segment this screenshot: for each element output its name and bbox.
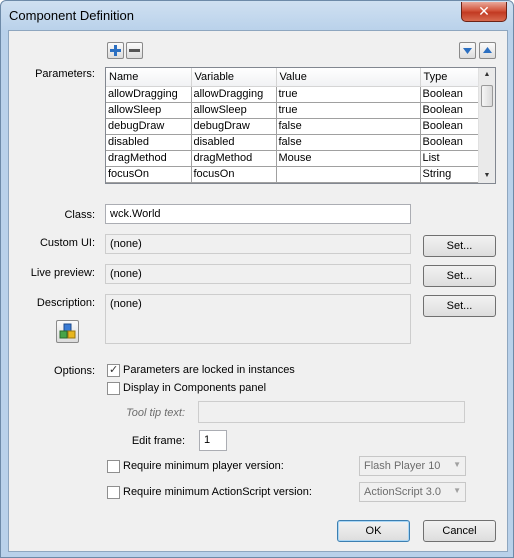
edit-frame-label: Edit frame: <box>131 435 185 447</box>
cell-variable[interactable]: disabled <box>191 134 277 151</box>
min-as-select: ActionScript 3.0 ▼ <box>359 482 466 502</box>
close-button[interactable]: ✕ <box>461 2 507 22</box>
live-preview-field: (none) <box>105 264 411 284</box>
scroll-thumb[interactable] <box>481 85 493 107</box>
add-parameter-button[interactable] <box>107 42 124 59</box>
cell-name[interactable]: debugDraw <box>106 118 192 135</box>
check-mark-icon: ✓ <box>109 364 119 376</box>
table-row[interactable]: allowSleep allowSleep true Boolean <box>106 102 479 119</box>
cell-type[interactable]: String <box>420 166 479 183</box>
chevron-down-icon: ▼ <box>453 486 461 495</box>
cell-value[interactable]: Mouse <box>276 150 421 167</box>
min-player-checkbox-label[interactable]: Require minimum player version: <box>123 460 284 472</box>
custom-ui-set-button[interactable]: Set... <box>423 235 496 257</box>
table-row[interactable]: dragMethod dragMethod Mouse List <box>106 150 479 167</box>
min-as-checkbox-label[interactable]: Require minimum ActionScript version: <box>123 486 312 498</box>
custom-ui-field: (none) <box>105 234 411 254</box>
description-field: (none) <box>105 294 411 344</box>
close-icon: ✕ <box>478 3 490 19</box>
min-as-select-value: ActionScript 3.0 <box>364 486 442 498</box>
edit-frame-input[interactable]: 1 <box>199 430 227 451</box>
component-cubes-icon <box>59 323 76 339</box>
min-player-select-value: Flash Player 10 <box>364 460 441 472</box>
min-player-select: Flash Player 10 ▼ <box>359 456 466 476</box>
locked-checkbox[interactable]: ✓ <box>107 364 120 377</box>
cell-value[interactable]: false <box>276 134 421 151</box>
cell-type[interactable]: Boolean <box>420 102 479 119</box>
cell-variable[interactable]: debugDraw <box>191 118 277 135</box>
move-up-button[interactable] <box>479 42 496 59</box>
locked-checkbox-label[interactable]: Parameters are locked in instances <box>123 364 295 376</box>
chevron-down-icon: ▼ <box>453 460 461 469</box>
cell-value[interactable]: true <box>276 86 421 103</box>
cell-variable[interactable]: allowSleep <box>191 102 277 119</box>
column-header-variable[interactable]: Variable <box>191 68 277 87</box>
display-checkbox-label[interactable]: Display in Components panel <box>123 382 266 394</box>
cell-type[interactable]: Boolean <box>420 86 479 103</box>
tooltip-input <box>198 401 465 423</box>
cell-variable[interactable]: allowDragging <box>191 86 277 103</box>
column-header-name[interactable]: Name <box>106 68 192 87</box>
cell-variable[interactable]: dragMethod <box>191 150 277 167</box>
dialog-window: Component Definition ✕ Parameters: Name … <box>0 0 514 558</box>
description-label: Description: <box>36 297 95 309</box>
move-down-button[interactable] <box>459 42 476 59</box>
min-player-checkbox[interactable] <box>107 460 120 473</box>
grid-header-row: Name Variable Value Type <box>106 68 479 87</box>
tooltip-label: Tool tip text: <box>126 407 185 419</box>
parameters-label: Parameters: <box>35 68 95 80</box>
scroll-down-icon[interactable]: ▼ <box>479 169 495 183</box>
table-row[interactable]: debugDraw debugDraw false Boolean <box>106 118 479 135</box>
cell-variable[interactable]: focusOn <box>191 166 277 183</box>
cell-type[interactable]: List <box>420 150 479 167</box>
cell-type[interactable]: Boolean <box>420 134 479 151</box>
class-label: Class: <box>64 209 95 221</box>
cell-value[interactable]: true <box>276 102 421 119</box>
scroll-up-icon[interactable]: ▲ <box>479 68 495 82</box>
cell-name[interactable]: focusOn <box>106 166 192 183</box>
plus-icon <box>110 45 121 56</box>
dialog-client-area: Parameters: Name Variable Value Type all… <box>8 30 508 552</box>
min-as-checkbox[interactable] <box>107 486 120 499</box>
class-input[interactable]: wck.World <box>105 204 411 224</box>
column-header-value[interactable]: Value <box>276 68 421 87</box>
cell-type[interactable]: Boolean <box>420 118 479 135</box>
cell-name[interactable]: allowSleep <box>106 102 192 119</box>
triangle-up-icon <box>483 47 492 53</box>
triangle-down-icon <box>463 48 472 54</box>
cell-name[interactable]: disabled <box>106 134 192 151</box>
column-header-type[interactable]: Type <box>420 68 479 87</box>
cell-value[interactable]: false <box>276 118 421 135</box>
minus-icon <box>129 49 140 52</box>
grid-vertical-scrollbar[interactable]: ▲ ▼ <box>478 68 495 183</box>
cancel-button[interactable]: Cancel <box>423 520 496 542</box>
display-checkbox[interactable] <box>107 382 120 395</box>
description-set-button[interactable]: Set... <box>423 295 496 317</box>
cell-value[interactable] <box>276 166 421 183</box>
table-row[interactable]: disabled disabled false Boolean <box>106 134 479 151</box>
parameters-grid[interactable]: Name Variable Value Type allowDragging a… <box>105 67 496 184</box>
live-preview-label: Live preview: <box>30 267 95 279</box>
ok-button[interactable]: OK <box>337 520 410 542</box>
table-row[interactable]: allowDragging allowDragging true Boolean <box>106 86 479 103</box>
dialog-title: Component Definition <box>9 8 135 23</box>
cell-name[interactable]: dragMethod <box>106 150 192 167</box>
remove-parameter-button[interactable] <box>126 42 143 59</box>
options-label: Options: <box>54 365 95 377</box>
custom-ui-label: Custom UI: <box>39 237 95 249</box>
component-icon-button[interactable] <box>56 320 79 343</box>
live-preview-set-button[interactable]: Set... <box>423 265 496 287</box>
table-row[interactable]: focusOn focusOn String <box>106 166 479 183</box>
cell-name[interactable]: allowDragging <box>106 86 192 103</box>
